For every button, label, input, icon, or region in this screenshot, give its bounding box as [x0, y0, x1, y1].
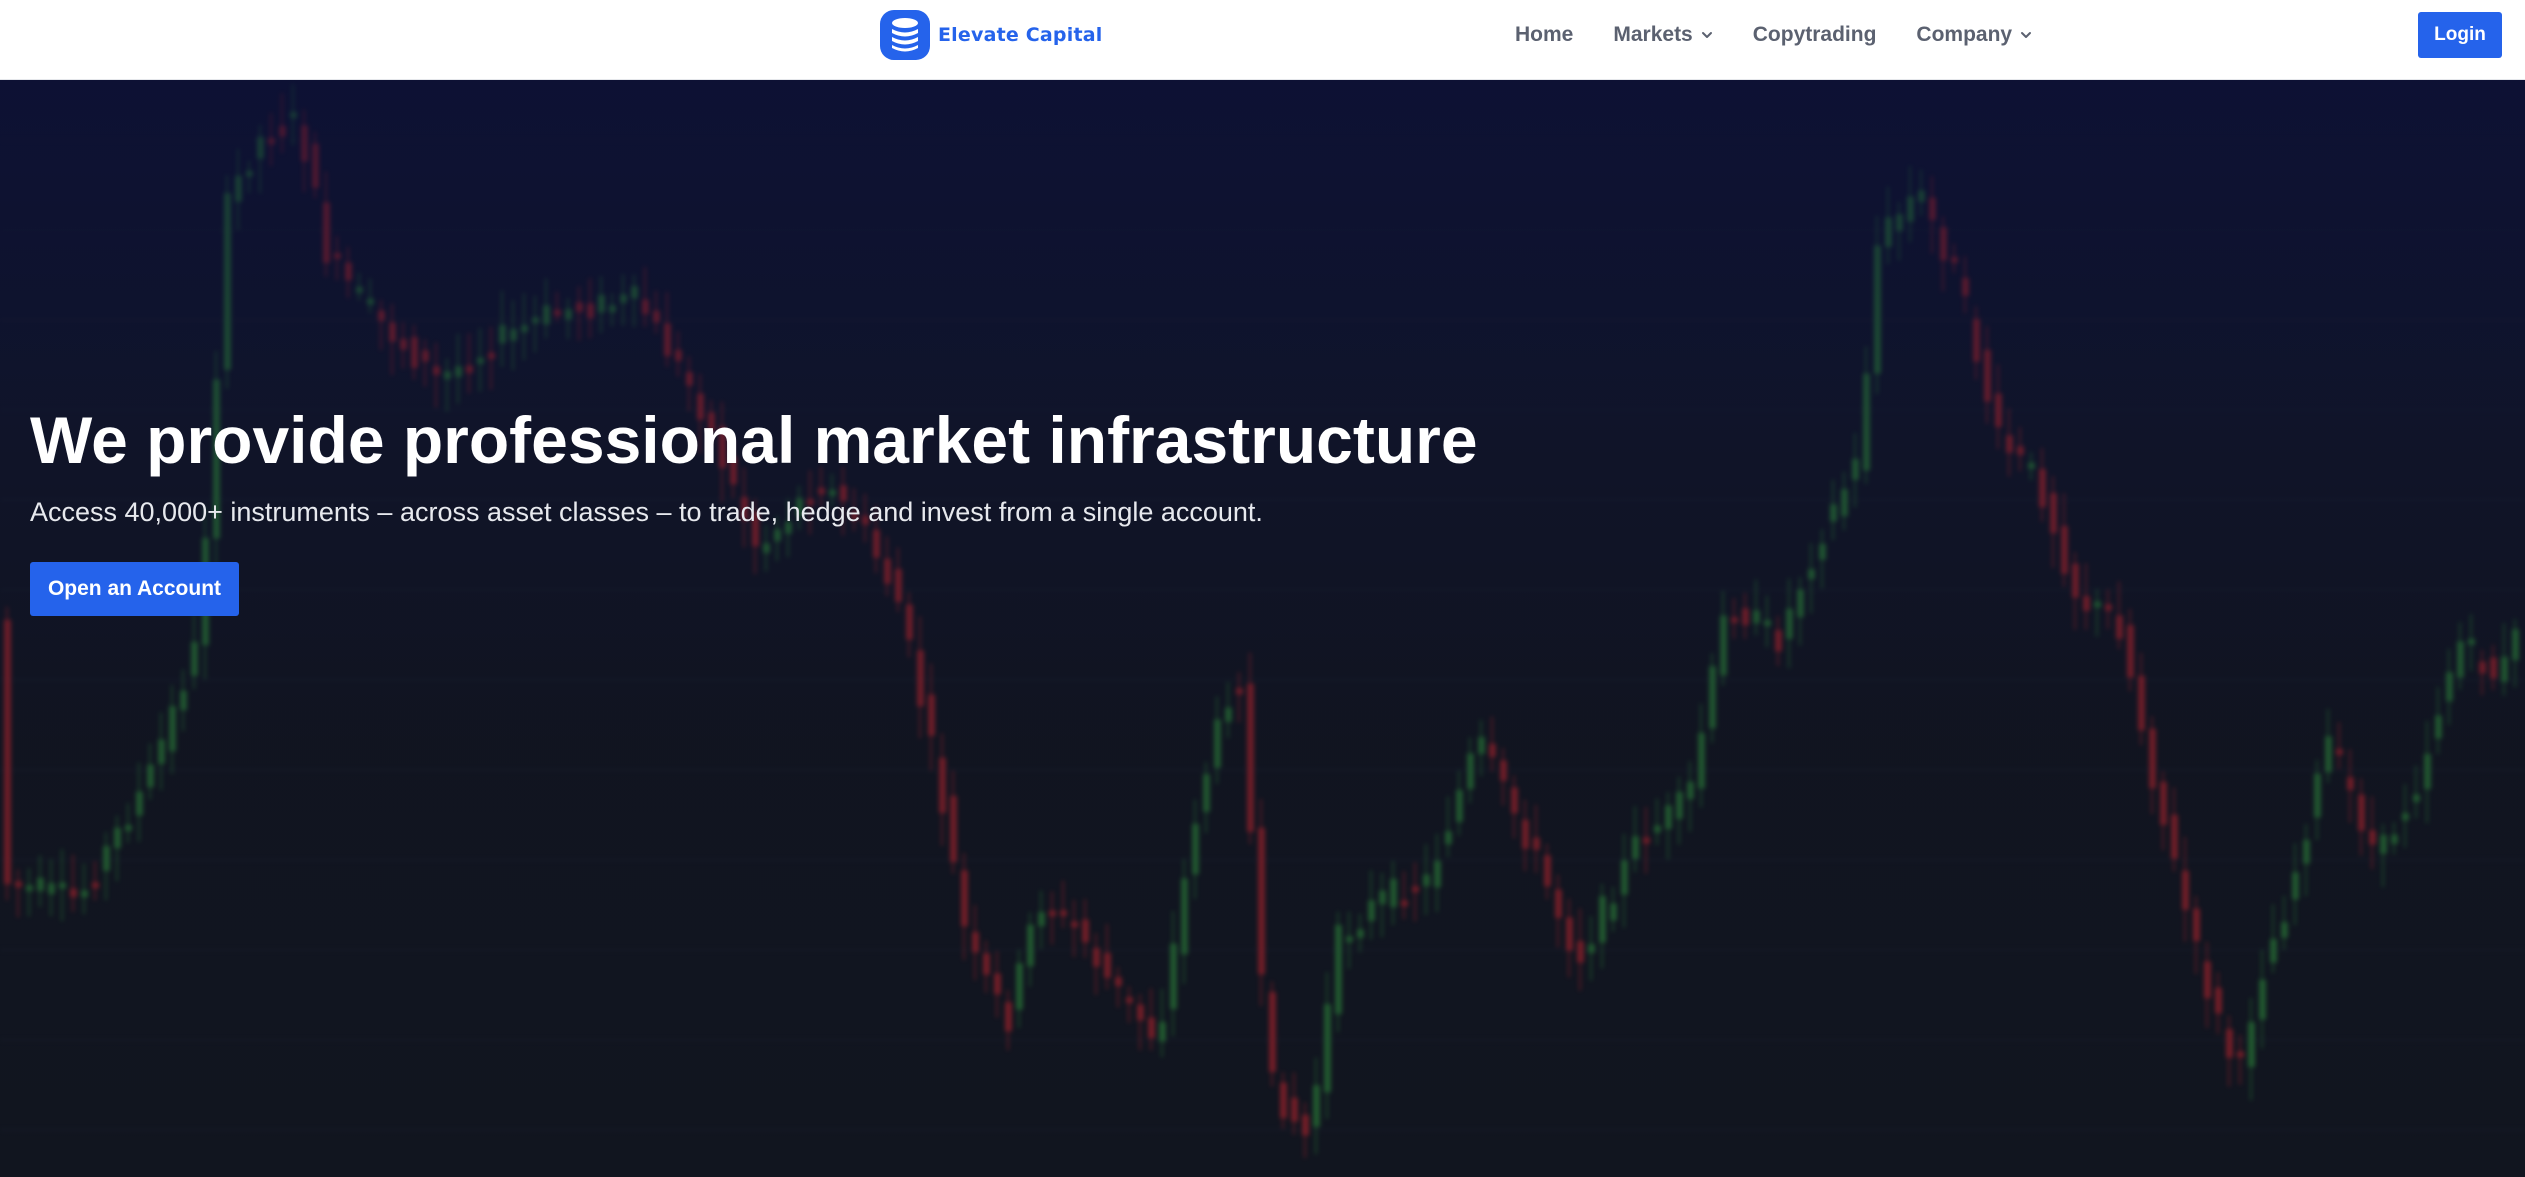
hero-content: We provide professional market infrastru…: [30, 400, 1530, 616]
nav-copytrading-label: Copytrading: [1752, 23, 1877, 46]
nav-markets-label: Markets: [1613, 23, 1693, 46]
login-button[interactable]: Login: [2418, 12, 2502, 58]
hero-title: We provide professional market infrastru…: [30, 403, 1478, 477]
open-account-button[interactable]: Open an Account: [30, 562, 239, 616]
coin-stack-icon: [880, 10, 930, 60]
brand-logo[interactable]: Elevate Capital: [880, 10, 1102, 60]
nav-company[interactable]: Company: [1916, 23, 2032, 47]
nav-markets[interactable]: Markets: [1613, 23, 1712, 47]
nav-home[interactable]: Home: [1515, 23, 1573, 47]
nav-copytrading[interactable]: Copytrading: [1753, 23, 1877, 47]
nav-company-label: Company: [1916, 23, 2013, 46]
hero-overlay: [0, 80, 2525, 1177]
site-header: Elevate Capital Home Markets Copytrading…: [0, 0, 2525, 80]
chevron-down-icon: [1701, 32, 1712, 38]
nav-home-label: Home: [1515, 23, 1574, 46]
chevron-down-icon: [2021, 32, 2032, 38]
hero-subtitle: Access 40,000+ instruments – across asse…: [30, 497, 1263, 527]
main-nav: Home Markets Copytrading Company: [1515, 0, 2032, 70]
brand-name: Elevate Capital: [938, 24, 1103, 46]
hero-section: We provide professional market infrastru…: [0, 80, 2525, 1177]
